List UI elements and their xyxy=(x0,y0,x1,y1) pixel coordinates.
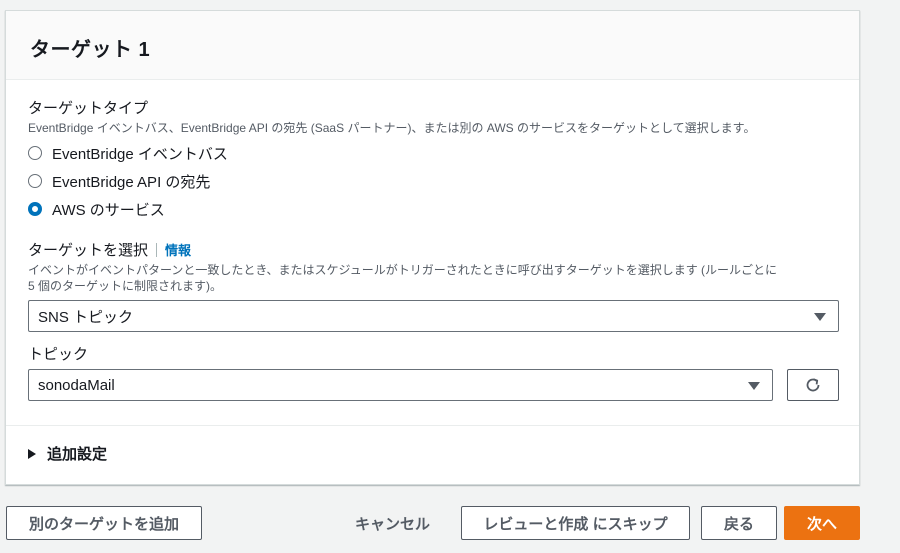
section-divider xyxy=(6,425,859,426)
radio-label: EventBridge イベントバス xyxy=(52,145,228,163)
back-button[interactable]: 戻る xyxy=(701,506,777,540)
radio-button[interactable] xyxy=(28,174,42,188)
radio-label: EventBridge API の宛先 xyxy=(52,173,211,191)
additional-settings-expander[interactable]: 追加設定 xyxy=(28,443,107,464)
radio-button[interactable] xyxy=(28,146,42,160)
radio-aws-service[interactable]: AWS のサービス xyxy=(28,199,165,219)
target-type-label: ターゲットタイプ xyxy=(28,100,149,117)
next-button[interactable]: 次へ xyxy=(784,506,860,540)
target-select-value: SNS トピック xyxy=(38,308,134,326)
info-link[interactable]: 情報 xyxy=(165,243,191,258)
target-panel: ターゲット 1 ターゲットタイプ EventBridge イベントバス、Even… xyxy=(5,10,860,485)
refresh-topics-button[interactable] xyxy=(787,369,839,401)
target-type-description: EventBridge イベントバス、EventBridge API の宛先 (… xyxy=(28,121,756,135)
skip-to-review-button[interactable]: レビューと作成 にスキップ xyxy=(461,506,690,540)
caret-right-icon xyxy=(28,448,36,459)
divider xyxy=(156,243,158,257)
topic-select[interactable]: sonodaMail xyxy=(28,369,773,401)
caret-down-icon xyxy=(814,313,826,321)
radio-button-selected[interactable] xyxy=(28,202,42,216)
radio-label: AWS のサービス xyxy=(52,201,165,219)
caret-down-icon xyxy=(748,382,760,390)
target-select[interactable]: SNS トピック xyxy=(28,300,839,332)
select-target-description: イベントがイベントパターンと一致したとき、またはスケジュールがトリガーされたとき… xyxy=(28,262,777,294)
refresh-icon xyxy=(806,378,820,392)
description-line: イベントがイベントパターンと一致したとき、またはスケジュールがトリガーされたとき… xyxy=(28,263,778,277)
panel-title: ターゲット 1 xyxy=(30,39,151,61)
radio-eventbridge-api-destination[interactable]: EventBridge API の宛先 xyxy=(28,171,210,191)
add-target-button[interactable]: 別のターゲットを追加 xyxy=(6,506,202,540)
description-line: 5 個のターゲットに制限されます)。 xyxy=(28,279,223,293)
cancel-button[interactable]: キャンセル xyxy=(355,513,430,534)
additional-settings-label: 追加設定 xyxy=(47,446,108,463)
select-target-label: ターゲットを選択 xyxy=(28,242,149,259)
radio-eventbridge-bus[interactable]: EventBridge イベントバス xyxy=(28,143,228,163)
panel-header: ターゲット 1 xyxy=(6,11,859,80)
topic-label: トピック xyxy=(28,346,89,363)
select-target-label-row: ターゲットを選択 情報 xyxy=(28,239,191,260)
topic-select-value: sonodaMail xyxy=(38,376,115,394)
